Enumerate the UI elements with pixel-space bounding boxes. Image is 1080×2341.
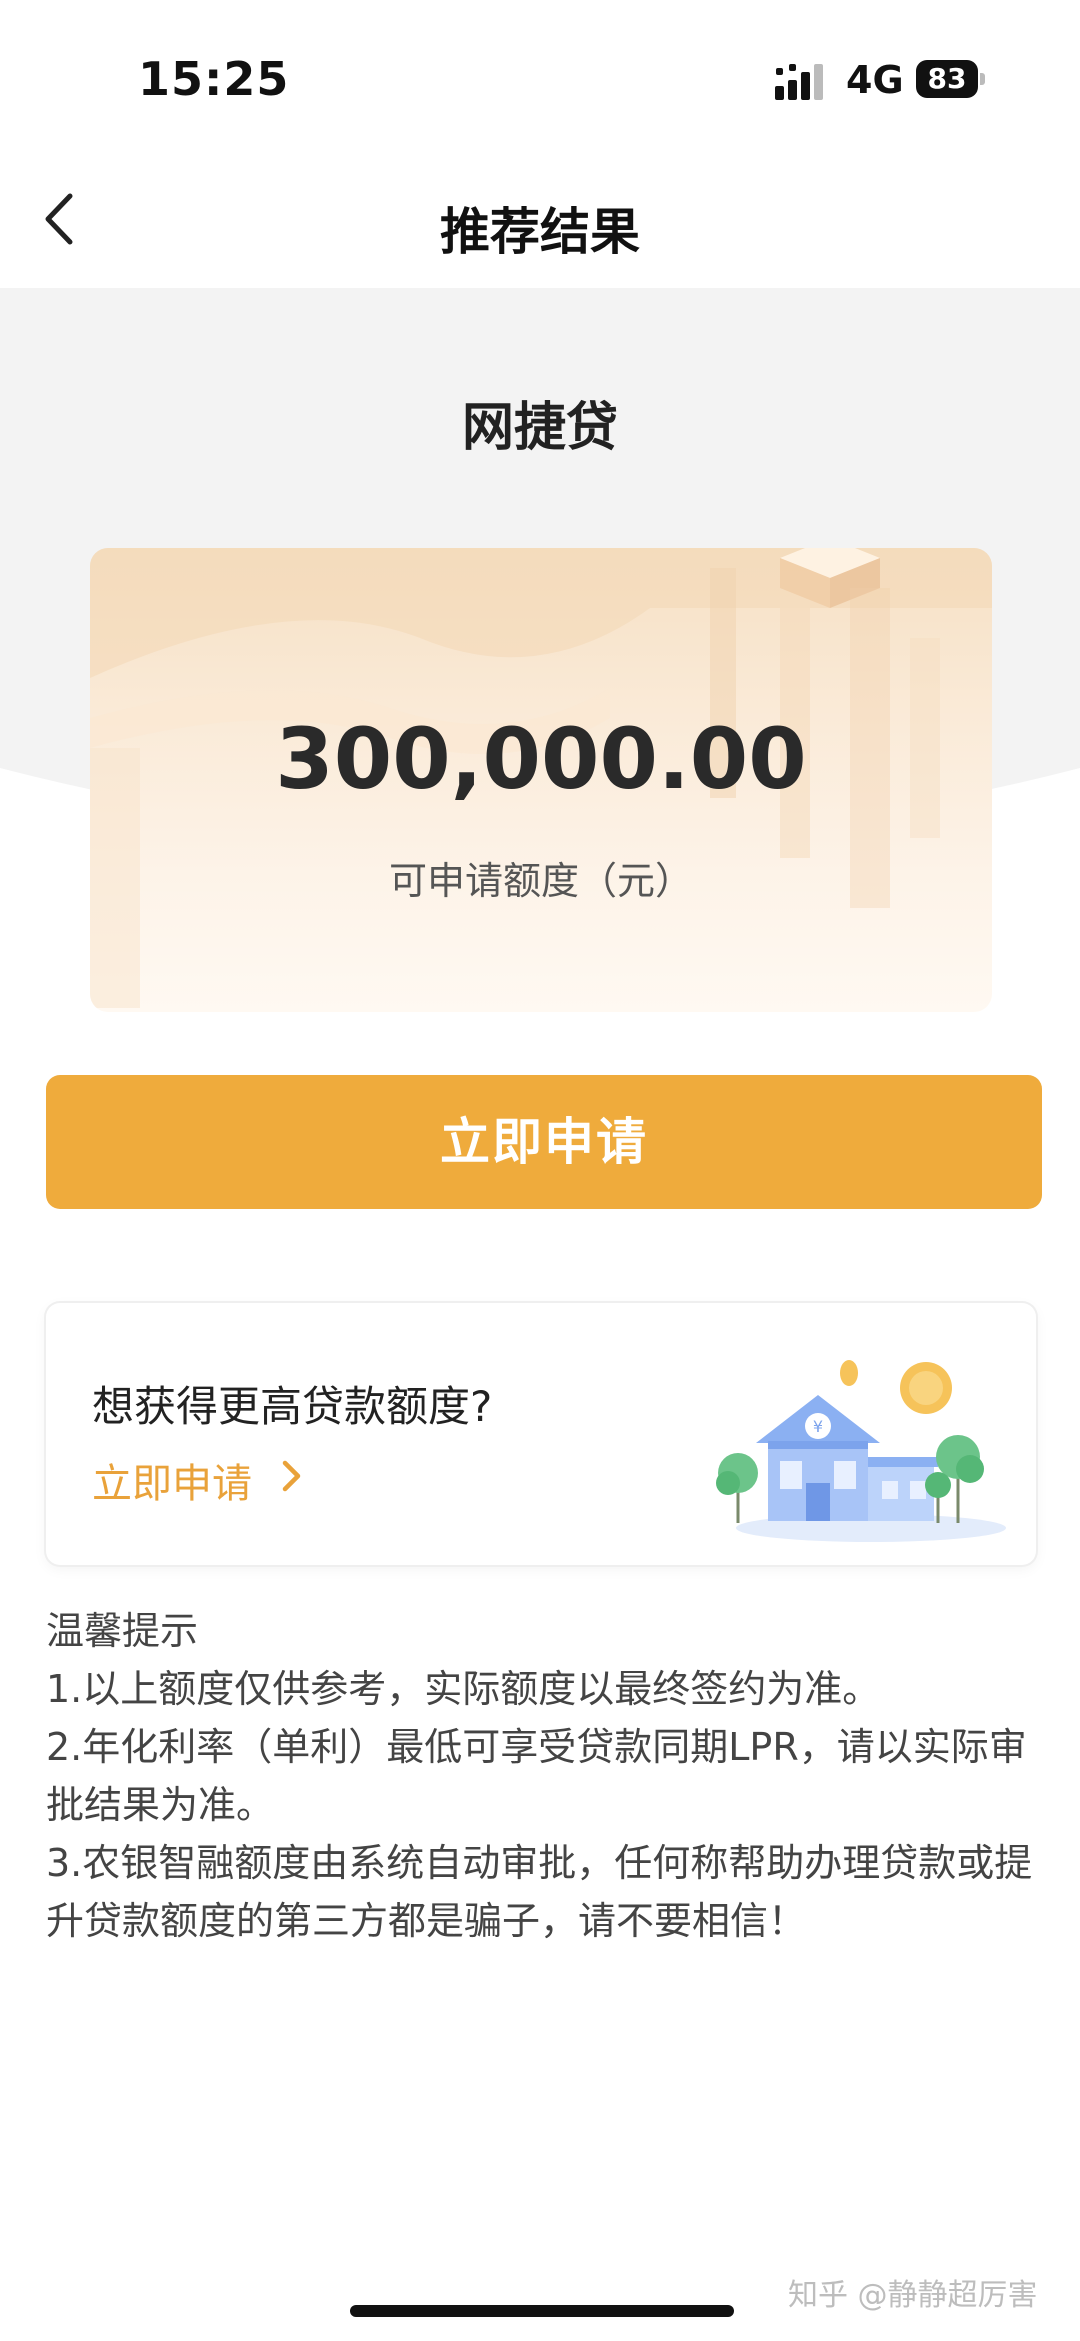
page: 15:25 4G 83 推荐结果 网捷贷 300,000.00 可申请额度（元）… (0, 0, 1080, 2341)
bank-building-icon: ¥ (716, 1360, 1006, 1542)
tip-item: 3.农银智融额度由系统自动审批，任何称帮助办理贷款或提升贷款额度的第三方都是骗子… (46, 1841, 1033, 1943)
battery-level: 83 (916, 60, 978, 98)
credit-amount: 300,000.00 (275, 710, 807, 808)
tip-item: 1.以上额度仅供参考，实际额度以最终签约为准。 (46, 1667, 881, 1711)
tips-heading: 温馨提示 (46, 1609, 199, 1653)
battery-icon: 83 (916, 60, 986, 98)
product-name: 网捷贷 (461, 398, 618, 458)
higher-limit-promo-card[interactable]: 想获得更高贷款额度? 立即申请 ¥ (46, 1303, 1036, 1565)
home-indicator (350, 2305, 734, 2317)
page-title: 推荐结果 (440, 203, 640, 261)
svg-text:¥: ¥ (813, 1417, 823, 1436)
battery-tip (980, 73, 985, 85)
promo-title: 想获得更高贷款额度? (92, 1382, 493, 1431)
cellular-signal-icon (775, 64, 823, 100)
watermark: 知乎 @静静超厉害 (788, 2278, 1038, 2313)
apply-now-button[interactable]: 立即申请 (46, 1075, 1042, 1209)
chevron-right-icon[interactable] (276, 1457, 306, 1495)
tip-item: 2.年化利率（单利）最低可享受贷款同期LPR，请以实际审批结果为准。 (46, 1725, 1027, 1827)
promo-apply-link[interactable]: 立即申请 (92, 1451, 252, 1509)
nav-bar: 推荐结果 (0, 150, 1080, 288)
credit-amount-card: 300,000.00 可申请额度（元） (90, 548, 992, 1012)
tips-section: 温馨提示 1.以上额度仅供参考，实际额度以最终签约为准。 2.年化利率（单利）最… (46, 1602, 1046, 1950)
status-bar: 15:25 4G 83 (0, 0, 1080, 150)
status-time: 15:25 (138, 52, 290, 106)
credit-amount-label: 可申请额度（元） (388, 859, 693, 903)
network-type: 4G (846, 58, 904, 102)
